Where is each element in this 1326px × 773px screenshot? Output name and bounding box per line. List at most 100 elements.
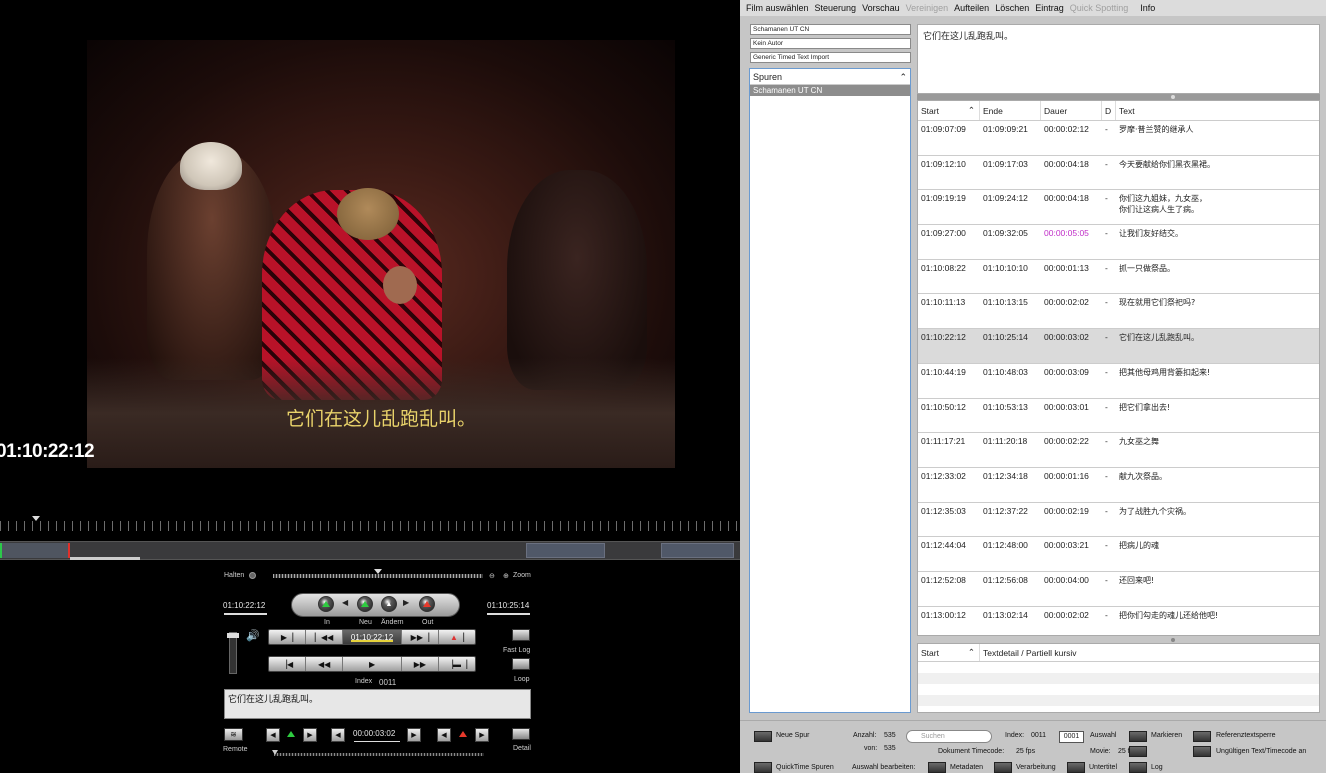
play-button[interactable]: ▶ xyxy=(343,657,402,671)
menu-vereinigen[interactable]: Vereinigen xyxy=(906,3,949,13)
table-row[interactable]: 01:12:33:02 01:12:34:18 00:00:01:16 - 献九次祭品。 xyxy=(918,468,1319,503)
timeline-out-marker xyxy=(68,543,70,558)
duration-plus-button[interactable]: ▶ xyxy=(407,728,421,742)
table-row[interactable]: 01:09:27:00 01:09:32:05 00:00:05:05 - 让我们友好结… xyxy=(918,225,1319,260)
table-row[interactable]: 01:10:22:12 01:10:25:14 00:00:03:02 - 它们在这儿乱… xyxy=(918,329,1319,364)
new-entry-button[interactable] xyxy=(357,596,373,612)
set-out-button[interactable] xyxy=(419,596,435,612)
table-row[interactable]: 01:09:19:19 01:09:24:12 00:00:04:18 - 你们这九姐妹… xyxy=(918,190,1319,226)
index-input[interactable]: 0001 xyxy=(1059,731,1084,743)
halten-toggle[interactable] xyxy=(249,572,256,579)
track-item[interactable]: Schamanen UT CN xyxy=(750,85,910,96)
table-row[interactable]: 01:10:08:22 01:10:10:10 00:00:01:13 - 抓一只做祭品… xyxy=(918,260,1319,295)
project-title-field[interactable]: Schamanen UT CN xyxy=(750,24,911,35)
detail-column-start[interactable]: Start ⌃ xyxy=(918,644,980,661)
metadaten-button[interactable] xyxy=(928,762,946,773)
play-to-out-button[interactable]: ▲ ▕ xyxy=(439,630,475,644)
volume-slider[interactable] xyxy=(229,632,237,674)
verarbeitung-button[interactable] xyxy=(994,762,1012,773)
timeline-segment[interactable] xyxy=(526,543,605,558)
menu-aufteilen[interactable]: Aufteilen xyxy=(954,3,989,13)
splitter[interactable] xyxy=(917,636,1320,643)
table-row[interactable]: 01:09:07:09 01:09:09:21 00:00:02:12 - 罗摩·普兰赞… xyxy=(918,121,1319,156)
subtitle-preview[interactable]: 它们在这儿乱跑乱叫。 xyxy=(917,24,1320,94)
quicktime-spuren-button[interactable] xyxy=(754,762,772,773)
zoom-slider[interactable] xyxy=(273,574,483,578)
skip-back-button[interactable]: ▏◀◀ xyxy=(306,630,344,644)
column-ende[interactable]: Ende xyxy=(980,101,1041,120)
column-text[interactable]: Text xyxy=(1116,101,1319,120)
detail-row[interactable] xyxy=(918,662,1319,673)
detail-column-text[interactable]: Textdetail / Partiell kursiv xyxy=(980,644,1319,661)
table-row[interactable]: 01:10:50:12 01:10:53:13 00:00:03:01 - 把它们拿出去… xyxy=(918,399,1319,434)
table-row[interactable]: 01:11:17:21 01:11:20:18 00:00:02:22 - 九女巫之舞 xyxy=(918,433,1319,468)
table-row[interactable]: 01:10:44:19 01:10:48:03 00:00:03:09 - 把其他母鸡用… xyxy=(918,364,1319,399)
in-next-button[interactable]: ▶ xyxy=(303,728,317,742)
zoom-in-icon[interactable]: ⊕ xyxy=(503,572,509,580)
jog-slider[interactable] xyxy=(274,753,484,756)
markieren-secondary-button[interactable] xyxy=(1129,746,1147,757)
column-d[interactable]: D xyxy=(1102,101,1116,120)
menu-vorschau[interactable]: Vorschau xyxy=(862,3,900,13)
column-start[interactable]: Start ⌃ xyxy=(918,101,980,120)
chevron-right-icon[interactable]: ▶ xyxy=(403,598,409,607)
detail-row[interactable] xyxy=(918,673,1319,684)
change-entry-button[interactable]: ▲ xyxy=(381,596,397,612)
detail-row[interactable] xyxy=(918,695,1319,706)
remote-button[interactable]: ≋ xyxy=(224,728,243,741)
video-frame[interactable]: 它们在这儿乱跑乱叫。 xyxy=(87,40,675,468)
log-button[interactable] xyxy=(1129,762,1147,773)
menu-quick-spotting[interactable]: Quick Spotting xyxy=(1070,3,1129,13)
neue-spur-button[interactable] xyxy=(754,731,772,742)
in-prev-button[interactable]: ◀ xyxy=(266,728,280,742)
rewind-button[interactable]: ◀◀ xyxy=(306,657,344,671)
menu-info[interactable]: Info xyxy=(1140,3,1155,13)
speaker-icon[interactable]: 🔊 xyxy=(246,629,260,642)
timeline-segment[interactable] xyxy=(661,543,734,558)
table-row[interactable]: 01:13:00:12 01:13:02:14 00:00:02:02 - 把你们勾走的… xyxy=(918,607,1319,635)
table-row[interactable]: 01:09:12:10 01:09:17:03 00:00:04:18 - 今天要献给你… xyxy=(918,156,1319,191)
column-dauer[interactable]: Dauer xyxy=(1041,101,1102,120)
out-prev-button[interactable]: ◀ xyxy=(437,728,451,742)
untertitel-button[interactable] xyxy=(1067,762,1085,773)
zoom-out-icon[interactable]: ⊖ xyxy=(489,572,495,580)
table-row[interactable]: 01:12:35:03 01:12:37:22 00:00:02:19 - 为了战胜九个… xyxy=(918,503,1319,538)
set-in-button[interactable] xyxy=(318,596,334,612)
fast-log-button[interactable] xyxy=(512,629,530,641)
table-row[interactable]: 01:12:52:08 01:12:56:08 00:00:04:00 - 还回来吧! xyxy=(918,572,1319,607)
menu-eintrag[interactable]: Eintrag xyxy=(1035,3,1064,13)
menu-film-auswaehlen[interactable]: Film auswählen xyxy=(746,3,809,13)
play-to-in-button[interactable]: ▶▕ xyxy=(269,630,307,644)
subtitle-editor[interactable]: 它们在这儿乱跑乱叫。 xyxy=(224,689,531,719)
markieren-button[interactable] xyxy=(1129,731,1147,742)
chevron-left-icon[interactable]: ◀ xyxy=(342,598,348,607)
search-input[interactable]: Suchen xyxy=(906,730,992,743)
table-row[interactable]: 01:12:44:04 01:12:48:00 00:00:03:21 - 把病儿的魂 xyxy=(918,537,1319,572)
playhead-marker[interactable] xyxy=(32,516,40,521)
detail-button[interactable] xyxy=(512,728,530,740)
skip-forward-button[interactable]: ▶▶▕ xyxy=(402,630,439,644)
zoom-slider-knob[interactable] xyxy=(374,569,382,574)
table-row[interactable]: 01:10:11:13 01:10:13:15 00:00:02:02 - 现在就用它们… xyxy=(918,294,1319,330)
menu-loeschen[interactable]: Löschen xyxy=(995,3,1029,13)
volume-slider-knob[interactable] xyxy=(227,633,239,638)
timeline-selection[interactable] xyxy=(2,543,68,558)
detail-row[interactable] xyxy=(918,684,1319,695)
jog-slider-knob[interactable] xyxy=(272,750,278,755)
timeline-ruler[interactable] xyxy=(0,521,740,531)
splitter-handle[interactable] xyxy=(1171,95,1175,99)
fast-forward-button[interactable]: ▶▶ xyxy=(402,657,439,671)
ungueltig-button[interactable] xyxy=(1193,746,1211,757)
project-author-field[interactable]: Kein Autor xyxy=(750,38,911,49)
out-next-button[interactable]: ▶ xyxy=(475,728,489,742)
go-to-start-button[interactable]: ▕◀ xyxy=(269,657,307,671)
loop-range-button[interactable]: ▕▬▕ xyxy=(439,657,475,671)
referenztextsperre-button[interactable] xyxy=(1193,731,1211,742)
loop-button[interactable] xyxy=(512,658,530,670)
chevron-up-icon[interactable]: ⌃ xyxy=(899,72,907,82)
tracks-header[interactable]: Spuren ⌃ xyxy=(750,69,910,85)
splitter-handle[interactable] xyxy=(1171,638,1175,642)
duration-minus-button[interactable]: ◀ xyxy=(331,728,345,742)
project-format-field[interactable]: Generic Timed Text Import xyxy=(750,52,911,63)
menu-steuerung[interactable]: Steuerung xyxy=(815,3,857,13)
